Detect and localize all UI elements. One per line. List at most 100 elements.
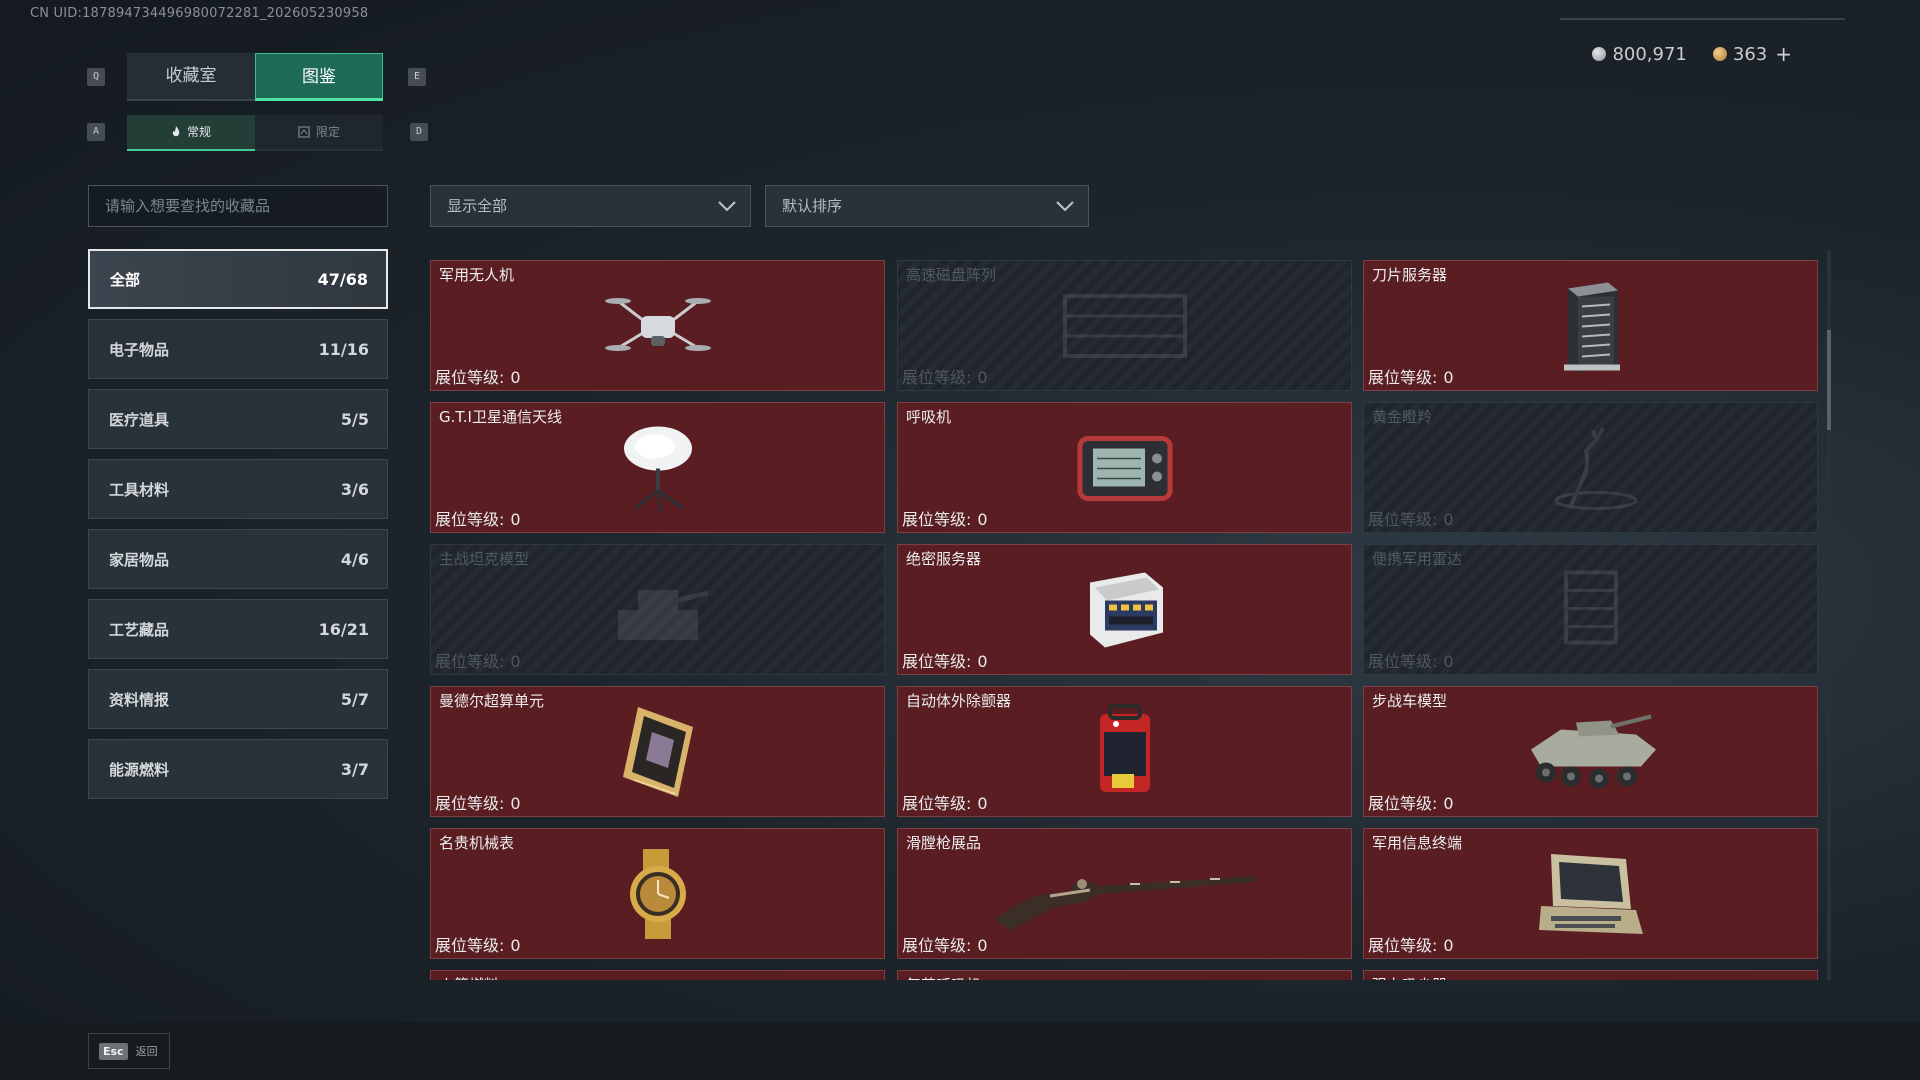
main-tabs: 收藏室 图鉴: [127, 53, 383, 101]
collection-item-card[interactable]: 黄金瞪羚 展位等级: 0: [1363, 402, 1818, 533]
booth-level: 展位等级: 0: [902, 648, 988, 672]
booth-level-value: 0: [977, 652, 988, 671]
item-name: 强力吸尘器: [1372, 974, 1447, 980]
category-tools[interactable]: 工具材料 3/6: [88, 459, 388, 519]
gold-currency: 363 +: [1712, 42, 1792, 66]
gazelle-icon: [1541, 421, 1641, 520]
booth-level: 展位等级: 0: [1368, 648, 1454, 672]
satellite-dish-icon: [613, 421, 703, 520]
back-button[interactable]: Esc 返回: [88, 1033, 170, 1069]
sort-dropdown[interactable]: 默认排序: [765, 185, 1089, 227]
item-name: 步战车模型: [1372, 692, 1448, 710]
terminal-icon: [1531, 844, 1651, 948]
collection-item-card[interactable]: 步战车模型展位等级: 0: [1363, 686, 1818, 817]
supercomputer-icon: [608, 702, 708, 806]
silver-currency: 800,971: [1592, 44, 1687, 65]
scrollbar-thumb[interactable]: [1827, 330, 1831, 430]
booth-level-value: 0: [977, 936, 988, 955]
category-count: 3/7: [340, 759, 369, 779]
category-label: 能源燃料: [109, 760, 170, 779]
category-intel[interactable]: 资料情报 5/7: [88, 669, 388, 729]
radar-icon: [1546, 563, 1636, 662]
esc-key-icon: Esc: [99, 1042, 128, 1060]
tab-catalog[interactable]: 图鉴: [255, 53, 383, 101]
collection-item-card[interactable]: 军用无人机 展位等级: 0: [430, 260, 885, 391]
booth-level-label: 展位等级:: [902, 936, 972, 955]
item-name: 曼德尔超算单元: [439, 692, 545, 710]
collection-item-card[interactable]: 火箭燃料: [430, 970, 885, 980]
category-medical[interactable]: 医疗道具 5/5: [88, 389, 388, 449]
category-all[interactable]: 全部 47/68: [88, 249, 388, 309]
currency-bar: 800,971 363 +: [1592, 42, 1792, 66]
item-name: 刀片服务器: [1372, 266, 1448, 284]
add-currency-button[interactable]: +: [1775, 42, 1792, 66]
booth-level-value: 0: [1443, 368, 1454, 387]
subtab-limited[interactable]: 限定: [255, 115, 383, 151]
collection-item-card[interactable]: 自动体外除颤器展位等级: 0: [897, 686, 1352, 817]
gold-amount: 363: [1732, 43, 1768, 65]
collection-item-card[interactable]: 便携军用雷达展位等级: 0: [1363, 544, 1818, 675]
booth-level: 展位等级: 0: [1368, 790, 1454, 814]
filter-dropdown[interactable]: 显示全部: [430, 185, 751, 227]
collection-item-card[interactable]: 名贵机械表 展位等级: 0: [430, 828, 885, 959]
category-electronics[interactable]: 电子物品 11/16: [88, 319, 388, 379]
booth-level-label: 展位等级:: [902, 794, 972, 813]
tank-icon: [603, 565, 713, 659]
category-energy[interactable]: 能源燃料 3/7: [88, 739, 388, 799]
category-crafts[interactable]: 工艺藏品 16/21: [88, 599, 388, 659]
collection-item-card[interactable]: 刀片服务器展位等级: 0: [1363, 260, 1818, 391]
booth-level-label: 展位等级:: [1368, 368, 1438, 387]
category-count: 16/21: [318, 619, 369, 639]
subtab-regular[interactable]: 常规: [127, 115, 255, 151]
collection-item-card[interactable]: 强力吸尘器: [1363, 970, 1818, 980]
item-name: 黄金瞪羚: [1372, 408, 1433, 426]
booth-level-value: 0: [1443, 936, 1454, 955]
subtab-limited-label: 限定: [315, 125, 340, 139]
category-label: 资料情报: [109, 690, 170, 709]
item-name: 复苏呼吸机: [906, 974, 981, 980]
key-hint-e: E: [408, 68, 426, 86]
grid-scrollbar[interactable]: [1827, 250, 1831, 980]
item-name: 便携军用雷达: [1372, 550, 1463, 568]
collection-item-card[interactable]: G.T.I卫星通信天线 展位等级: 0: [430, 402, 885, 533]
booth-level-label: 展位等级:: [435, 510, 505, 529]
secret-server-icon: [1075, 563, 1175, 662]
category-label: 电子物品: [109, 340, 170, 359]
booth-level: 展位等级: 0: [902, 790, 988, 814]
collection-item-card[interactable]: 军用信息终端展位等级: 0: [1363, 828, 1818, 959]
collection-item-card[interactable]: 绝密服务器 展位等级: 0: [897, 544, 1352, 675]
tab-collection-room[interactable]: 收藏室: [127, 53, 255, 101]
watch-icon: [613, 844, 703, 948]
category-household[interactable]: 家居物品 4/6: [88, 529, 388, 589]
booth-level-label: 展位等级:: [902, 652, 972, 671]
booth-level-label: 展位等级:: [1368, 652, 1438, 671]
collection-item-card[interactable]: 复苏呼吸机: [897, 970, 1352, 980]
booth-level-label: 展位等级:: [435, 368, 505, 387]
booth-level-label: 展位等级:: [435, 936, 505, 955]
booth-level: 展位等级: 0: [1368, 932, 1454, 956]
ventilator-icon: [1075, 431, 1175, 510]
booth-level-value: 0: [510, 936, 521, 955]
limited-icon: [298, 126, 310, 138]
booth-level-value: 0: [510, 794, 521, 813]
collection-item-card[interactable]: 主战坦克模型 展位等级: 0: [430, 544, 885, 675]
item-name: 军用信息终端: [1372, 834, 1463, 852]
booth-level: 展位等级: 0: [902, 932, 988, 956]
booth-level-label: 展位等级:: [435, 652, 505, 671]
booth-level: 展位等级: 0: [902, 506, 988, 530]
booth-level-value: 0: [510, 368, 521, 387]
item-name: 主战坦克模型: [439, 550, 530, 568]
booth-level: 展位等级: 0: [435, 506, 521, 530]
subtab-regular-label: 常规: [186, 125, 211, 139]
chevron-down-icon: [1056, 201, 1074, 212]
booth-level-value: 0: [1443, 652, 1454, 671]
collection-item-card[interactable]: 曼德尔超算单元 展位等级: 0: [430, 686, 885, 817]
category-count: 47/68: [317, 269, 368, 289]
search-input[interactable]: 请输入想要查找的收藏品: [88, 185, 388, 227]
collection-item-card[interactable]: 呼吸机 展位等级: 0: [897, 402, 1352, 533]
ifv-model-icon: [1521, 705, 1661, 804]
musket-icon: [990, 854, 1260, 938]
collection-item-card[interactable]: 高速磁盘阵列 展位等级: 0: [897, 260, 1352, 391]
item-name: 自动体外除颤器: [906, 692, 1012, 710]
collection-item-card[interactable]: 滑膛枪展品 展位等级: 0: [897, 828, 1352, 959]
